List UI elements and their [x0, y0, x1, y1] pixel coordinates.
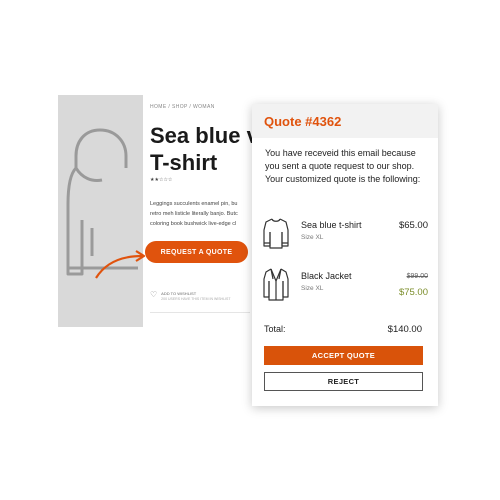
rating-stars: ★★☆☆☆ — [150, 177, 173, 183]
quote-header: Quote #4362 — [252, 104, 438, 138]
wishlist-sub: 200 USERS HAVE THIS ITEM IN WISHLIST — [161, 297, 231, 301]
item-size: Size XL — [301, 285, 324, 292]
description-line: retro meh listicle literally banjo. Butc — [150, 211, 238, 217]
item-price: $75.00 — [398, 287, 428, 298]
item-name: Black Jacket — [301, 271, 352, 281]
total-label: Total: — [264, 324, 286, 334]
accept-quote-button[interactable]: ACCEPT QUOTE — [264, 346, 423, 365]
quote-card: Quote #4362 You have receveid this email… — [252, 104, 438, 406]
product-rating: ★★☆☆☆ — [150, 177, 172, 183]
heart-icon: ♡ — [150, 290, 158, 299]
description-line: Leggings succulents enamel pin, bu — [150, 201, 238, 207]
wishlist-label: ADD TO WISHLIST — [161, 291, 197, 296]
wishlist-text: ADD TO WISHLIST 200 USERS HAVE THIS ITEM… — [161, 291, 230, 301]
quote-item: Black Jacket Size XL $99.00 $75.00 — [262, 267, 428, 309]
description-line: coloring book bushwick live-edge cl — [150, 221, 237, 227]
reject-button[interactable]: REJECT — [264, 372, 423, 391]
total-value: $140.00 — [387, 324, 422, 335]
item-size: Size XL — [301, 234, 324, 241]
jacket-icon — [263, 268, 289, 301]
item-old-price: $99.00 — [406, 273, 428, 280]
item-price: $65.00 — [398, 220, 428, 231]
request-quote-button[interactable]: REQUEST A QUOTE — [145, 241, 248, 263]
quote-item: Sea blue t-shirt Size XL $65.00 — [262, 216, 428, 258]
product-description: Leggings succulents enamel pin, bu retro… — [150, 199, 260, 229]
item-name: Sea blue t-shirt — [301, 220, 362, 230]
breadcrumb[interactable]: HOME / SHOP / WOMAN — [150, 104, 215, 110]
wishlist-link[interactable]: ♡ ADD TO WISHLIST 200 USERS HAVE THIS IT… — [150, 290, 230, 302]
quote-title: Quote #4362 — [264, 113, 342, 129]
quote-message: You have receveid this email because you… — [265, 148, 421, 184]
tshirt-icon — [263, 218, 289, 249]
divider — [150, 312, 250, 313]
